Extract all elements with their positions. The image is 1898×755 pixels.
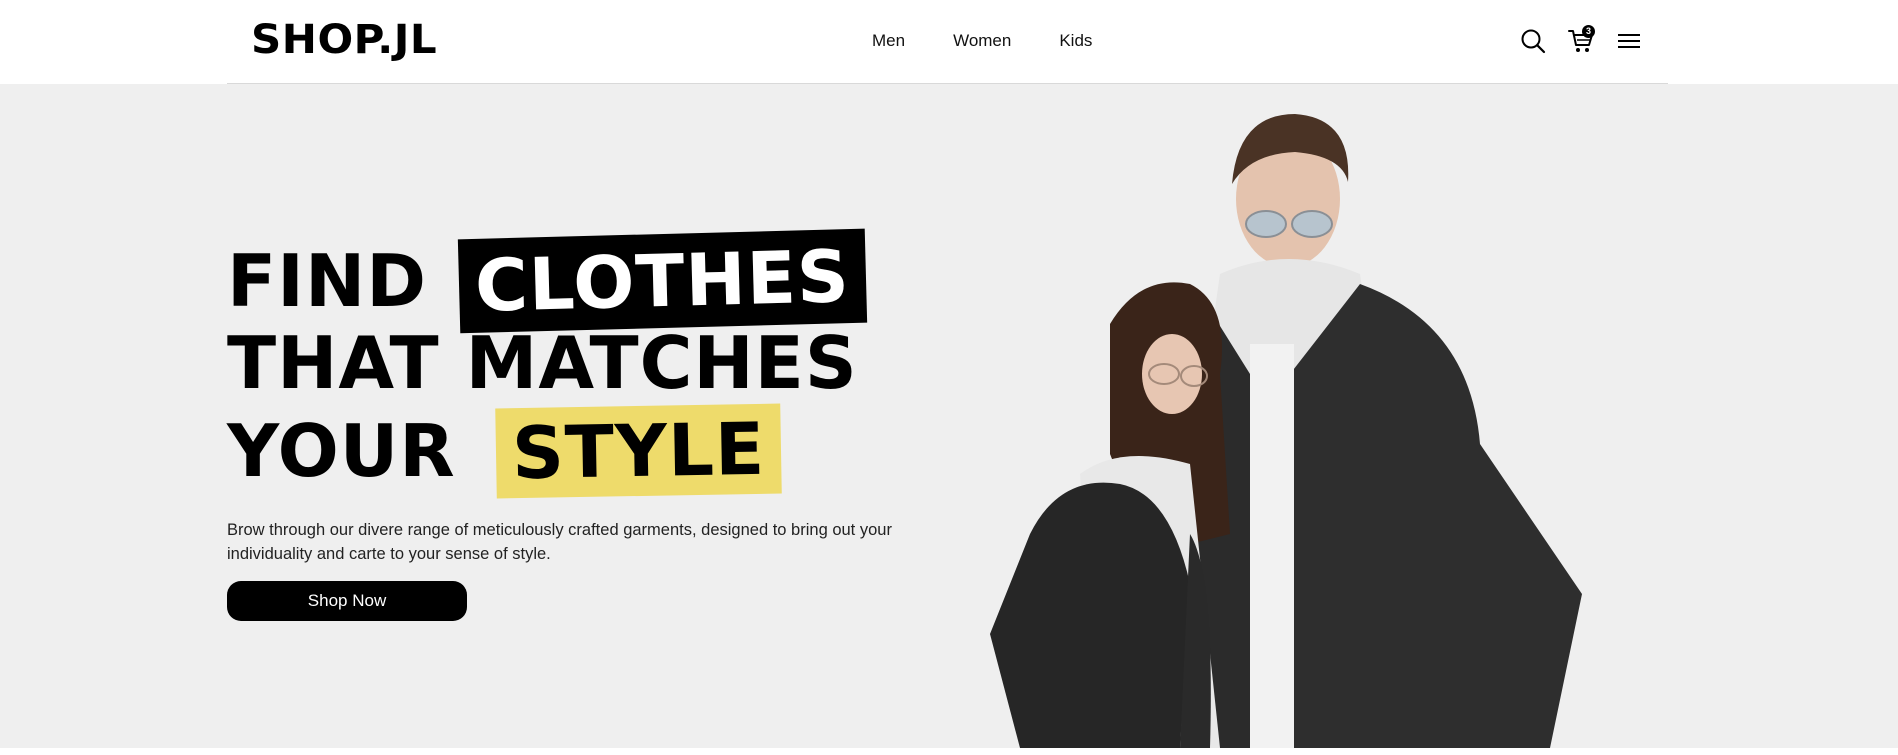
hero-couple-image [990,114,1582,748]
logo[interactable]: SHOP.JL [251,16,437,64]
headline-highlight-clothes: CLOTHES [457,228,868,334]
header-icons: 3 [1519,24,1643,58]
hero-headline: FIND CLOTHES THAT MATCHES YOUR STYLE [227,228,868,499]
headline-line-1: FIND CLOTHES [227,228,868,334]
hero-description: Brow through our divere range of meticul… [227,521,892,563]
headline-word-find: FIND [227,239,427,323]
hamburger-menu-icon [1618,34,1640,48]
headline-line-3: YOUR STYLE [227,403,866,499]
page-bottom-strip [0,748,1898,755]
nav-item-women[interactable]: Women [953,30,1011,52]
site-header: SHOP.JL Men Women Kids 3 [0,0,1898,84]
menu-button[interactable] [1615,24,1643,58]
main-nav: Men Women Kids [872,30,1092,52]
headline-line-2: THAT MATCHES [227,321,858,405]
hero-section: FIND CLOTHES THAT MATCHES YOUR STYLE Bro… [0,84,1898,748]
cart-count-badge: 3 [1582,25,1595,38]
headline-highlight-style: STYLE [495,403,782,499]
cart-button[interactable]: 3 [1567,24,1595,58]
header-inner: SHOP.JL Men Women Kids 3 [227,0,1668,84]
search-button[interactable] [1519,24,1547,58]
nav-item-kids[interactable]: Kids [1059,30,1092,52]
nav-item-men[interactable]: Men [872,30,905,52]
search-icon [1521,29,1546,54]
headline-word-your: YOUR [227,409,456,493]
shop-now-button[interactable]: Shop Now [227,581,467,621]
